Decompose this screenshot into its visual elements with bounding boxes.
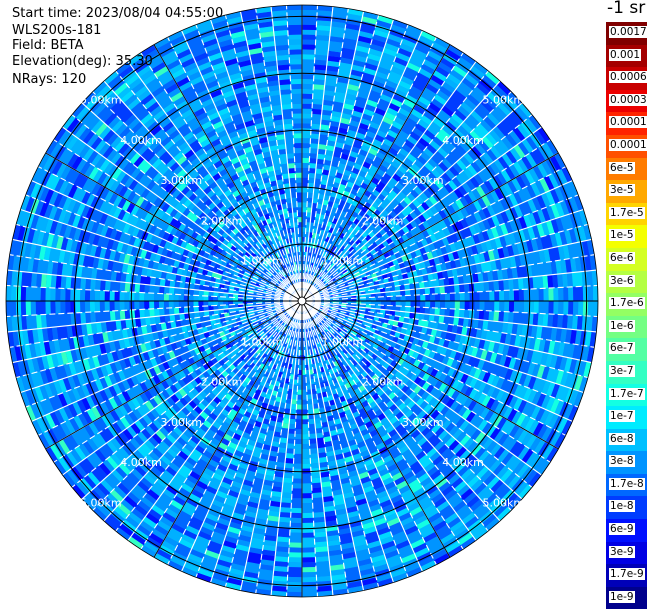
colorbar-level: 0.0017 — [606, 22, 647, 45]
colorbar-level-label: 6e-8 — [609, 432, 635, 445]
range-ring-label: 3.00km — [160, 174, 202, 187]
range-ring-label: 3.00km — [160, 416, 202, 429]
range-ring-label: 1.00km — [321, 335, 363, 348]
range-ring-label: 2.00km — [362, 376, 404, 389]
range-ring-label: 4.00km — [442, 456, 484, 469]
colorbar-level-label: 1.7e-5 — [609, 206, 645, 219]
range-ring-label: 1.00km — [241, 335, 283, 348]
colorbar-level-label: 0.00017 — [609, 116, 647, 129]
colorbar-level-label: 0.0003 — [609, 93, 647, 106]
colorbar-level-label: 6e-6 — [609, 251, 635, 264]
colorbar-level: 6e-5 — [606, 157, 647, 181]
range-ring-label: 5.00km — [80, 496, 122, 509]
colorbar-level-label: 1e-8 — [609, 500, 635, 513]
range-ring-label: 6.00km — [40, 537, 82, 550]
range-ring-label: 6.00km — [523, 53, 565, 66]
colorbar: 0.0017 0.001 0.0006 0.0003 0.00017 0.0001 6e-5… — [606, 22, 647, 609]
colorbar-level: 1e-7 — [606, 406, 647, 429]
colorbar-level-label: 3e-7 — [609, 364, 635, 377]
range-ring-label: 5.00km — [482, 94, 524, 107]
colorbar-level-label: 0.0001 — [609, 138, 647, 151]
elevation-label: Elevation(deg): 35.30 — [12, 54, 153, 69]
ppi-plot: 1.00km 1.00km 1.00km 1.00km 2.00km 2.00km 2.00… — [5, 4, 599, 598]
colorbar-level-label: 0.0017 — [609, 26, 647, 38]
colorbar-level-label: 6e-9 — [609, 523, 635, 536]
colorbar-level-label: 6e-5 — [609, 161, 635, 174]
colorbar-level: 1.7e-7 — [606, 383, 647, 407]
colorbar-level: 3e-9 — [606, 541, 647, 565]
colorbar-level: 0.00017 — [606, 112, 647, 135]
colorbar-level: 3e-5 — [606, 180, 647, 203]
colorbar-level: 3e-6 — [606, 270, 647, 294]
colorbar-level: 0.001 — [606, 44, 647, 68]
colorbar-level: 0.0006 — [606, 67, 647, 90]
colorbar-level: 1.7e-5 — [606, 202, 647, 226]
colorbar-level: 1.7e-6 — [606, 293, 647, 316]
colorbar-level-label: 1.7e-8 — [609, 477, 645, 490]
field-label: Field: BETA — [12, 38, 84, 53]
colorbar-level: 6e-6 — [606, 247, 647, 271]
colorbar-level: 3e-7 — [606, 360, 647, 384]
range-ring-label: 2.00km — [201, 214, 243, 227]
colorbar-level: 3e-8 — [606, 451, 647, 474]
colorbar-level-label: 3e-6 — [609, 274, 635, 287]
colorbar-title: -1 sr — [607, 0, 646, 18]
colorbar-level-label: 1e-5 — [609, 229, 635, 242]
colorbar-level-label: 1.7e-9 — [609, 568, 645, 581]
range-ring-label: 5.00km — [80, 94, 122, 107]
range-ring-label: 2.00km — [362, 214, 404, 227]
colorbar-level: 6e-7 — [606, 338, 647, 361]
colorbar-level-label: 6e-7 — [609, 342, 635, 355]
colorbar-level: 6e-8 — [606, 428, 647, 452]
colorbar-level-label: 1e-9 — [609, 590, 635, 603]
radar-center-marker — [297, 296, 307, 306]
colorbar-level: 1e-6 — [606, 315, 647, 339]
colorbar-level-label: 0.0006 — [609, 71, 647, 84]
colorbar-level: 1.7e-8 — [606, 473, 647, 497]
range-ring-label: 2.00km — [201, 376, 243, 389]
start-time-label: Start time: 2023/08/04 04:55:00 — [12, 6, 224, 21]
colorbar-level-label: 3e-8 — [609, 455, 635, 468]
range-ring-label: 5.00km — [482, 496, 524, 509]
colorbar-level: 6e-9 — [606, 519, 647, 542]
range-ring-label: 4.00km — [120, 134, 162, 147]
range-ring-label: 3.00km — [402, 174, 444, 187]
range-ring-label: 1.00km — [241, 255, 283, 268]
colorbar-level: 0.0003 — [606, 89, 647, 113]
range-ring-label: 6.00km — [523, 537, 565, 550]
colorbar-level-label: 1.7e-6 — [609, 297, 645, 310]
colorbar-level-label: 1.7e-7 — [609, 387, 645, 400]
colorbar-level-label: 3e-9 — [609, 545, 635, 558]
colorbar-level: 1e-8 — [606, 496, 647, 520]
range-ring-label: 4.00km — [120, 456, 162, 469]
colorbar-level-label: 0.001 — [609, 48, 642, 61]
colorbar-level: 1e-5 — [606, 225, 647, 248]
instrument-label: WLS200s-181 — [12, 23, 102, 38]
colorbar-level-label: 3e-5 — [609, 184, 635, 197]
colorbar-level-label: 1e-6 — [609, 319, 635, 332]
range-ring-label: 4.00km — [442, 134, 484, 147]
colorbar-level: 1e-9 — [606, 586, 647, 609]
colorbar-level: 1.7e-9 — [606, 564, 647, 587]
range-ring-label: 1.00km — [321, 255, 363, 268]
colorbar-level-label: 1e-7 — [609, 410, 635, 423]
range-ring-label: 3.00km — [402, 416, 444, 429]
colorbar-level: 0.0001 — [606, 134, 647, 158]
nrays-label: NRays: 120 — [12, 72, 87, 87]
